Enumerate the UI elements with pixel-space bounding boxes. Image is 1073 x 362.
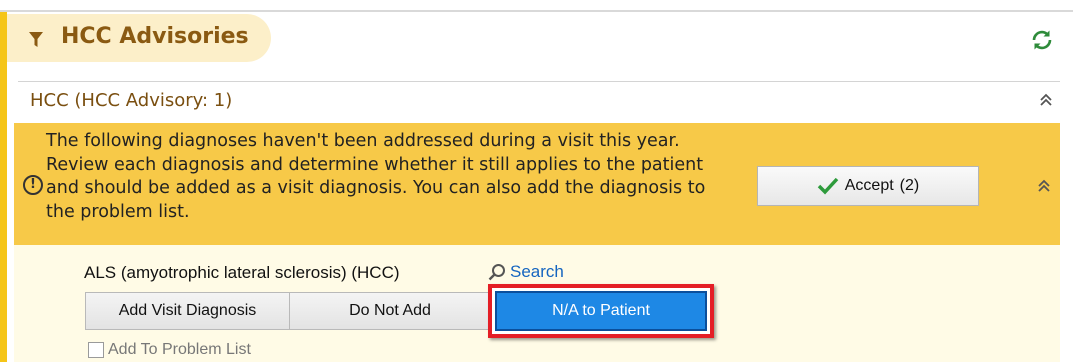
accept-label: Accept	[844, 177, 894, 194]
section-header[interactable]: HCC Advisories	[7, 14, 271, 62]
add-visit-diagnosis-button[interactable]: Add Visit Diagnosis	[85, 292, 290, 330]
collapse-chevron-icon[interactable]	[1038, 92, 1054, 108]
do-not-add-button[interactable]: Do Not Add	[289, 292, 491, 330]
collapse-alert-chevron-icon[interactable]	[1036, 178, 1052, 194]
problem-list-checkbox[interactable]	[88, 342, 104, 358]
problem-list-label: Add To Problem List	[108, 341, 251, 358]
top-strip	[0, 0, 1073, 10]
search-link[interactable]: Search	[488, 262, 564, 282]
na-to-patient-button[interactable]: N/A to Patient	[495, 291, 707, 331]
add-to-problem-list[interactable]: Add To Problem List	[88, 341, 251, 359]
filter-icon	[29, 32, 43, 47]
left-accent-bar	[0, 12, 7, 362]
section-title: HCC Advisories	[61, 24, 249, 49]
highlight-box: N/A to Patient	[488, 284, 714, 338]
top-border	[0, 10, 1073, 12]
divider	[18, 81, 1060, 82]
checkmark-icon	[817, 177, 839, 195]
search-label: Search	[510, 262, 564, 281]
advisory-group-title[interactable]: HCC (HCC Advisory: 1)	[30, 90, 232, 111]
search-icon	[488, 264, 505, 281]
info-icon: !	[23, 175, 43, 195]
accept-button[interactable]: Accept (2)	[757, 166, 979, 206]
accept-count: (2)	[899, 177, 920, 194]
diagnosis-name: ALS (amyotrophic lateral sclerosis) (HCC…	[84, 263, 400, 282]
refresh-icon[interactable]	[1030, 28, 1054, 52]
advisory-message: The following diagnoses haven't been add…	[46, 131, 706, 222]
